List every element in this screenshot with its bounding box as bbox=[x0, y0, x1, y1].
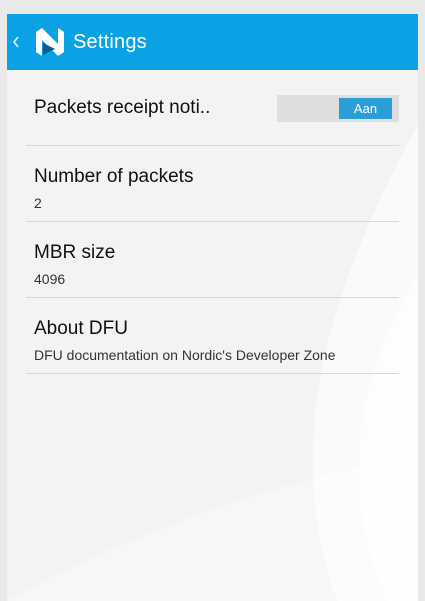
setting-title: Packets receipt noti.. bbox=[34, 97, 211, 118]
action-bar: Settings bbox=[7, 14, 418, 70]
setting-number-of-packets[interactable]: Number of packets 2 bbox=[26, 146, 399, 222]
device-frame: Settings Packets receipt noti.. Aan Numb… bbox=[0, 0, 425, 601]
setting-summary: DFU documentation on Nordic's Developer … bbox=[34, 347, 336, 363]
settings-list: Packets receipt noti.. Aan Number of pac… bbox=[7, 70, 418, 374]
page-title: Settings bbox=[73, 30, 147, 53]
setting-title: About DFU bbox=[34, 318, 128, 339]
packets-receipt-switch[interactable]: Aan bbox=[277, 95, 399, 122]
setting-packets-receipt[interactable]: Packets receipt noti.. Aan bbox=[26, 70, 399, 146]
setting-summary: 4096 bbox=[34, 271, 66, 287]
nordic-n-logo-icon[interactable] bbox=[33, 25, 67, 59]
switch-thumb: Aan bbox=[339, 98, 392, 119]
settings-screen: Settings Packets receipt noti.. Aan Numb… bbox=[7, 14, 418, 601]
setting-title: Number of packets bbox=[34, 166, 194, 187]
setting-mbr-size[interactable]: MBR size 4096 bbox=[26, 222, 399, 298]
setting-summary: 2 bbox=[34, 195, 42, 211]
chevron-left-icon[interactable] bbox=[7, 14, 23, 70]
setting-about-dfu[interactable]: About DFU DFU documentation on Nordic's … bbox=[26, 298, 399, 374]
setting-title: MBR size bbox=[34, 242, 116, 263]
switch-state-label: Aan bbox=[353, 101, 378, 116]
